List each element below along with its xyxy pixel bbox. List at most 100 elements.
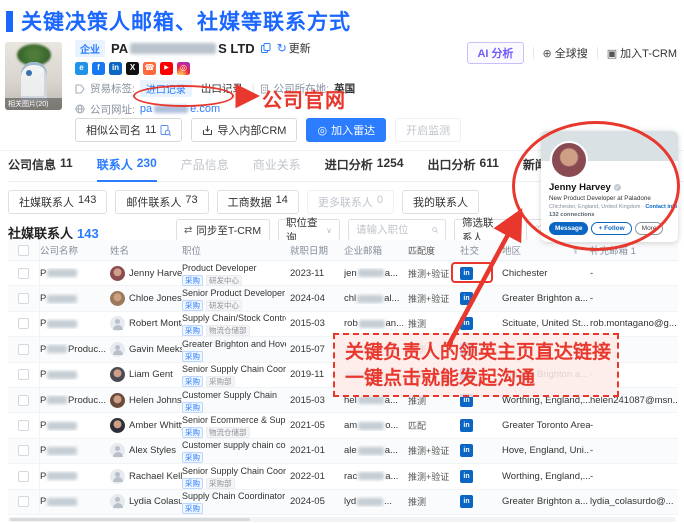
filter-funnel-icon[interactable] [571,246,580,255]
tab-联系人[interactable]: 联系人230 [97,156,157,181]
company-redacted [47,472,77,480]
cell-name: Rachael Kelly [110,469,182,484]
sync-to-tcrm-button[interactable]: ⇄ 同步至T-CRM [176,219,270,241]
follow-button[interactable]: + Follow [591,222,631,235]
row-checkbox[interactable] [18,293,29,304]
facebook-icon[interactable]: f [92,62,105,75]
linkedin-icon[interactable]: in [460,292,473,305]
cell-company: P [40,420,110,431]
global-search-button[interactable]: ⊕ 全球搜 [543,45,588,61]
cell-extra-email: - [590,420,678,431]
scrollbar-thumb[interactable] [10,518,250,521]
job-search-input[interactable] [356,224,428,236]
row-checkbox[interactable] [18,344,29,355]
linkedin-icon[interactable]: in [460,267,473,280]
cell-checkbox [8,363,40,387]
page: 关键决策人邮箱、社媒等联系方式 相关图片(20) 企业 PA S LTD ↻ [0,0,684,524]
subtab-工商数据[interactable]: 工商数据14 [217,190,299,214]
import-crm-button[interactable]: 导入内部CRM [191,118,297,142]
cell-name: Liam Gent [110,367,182,382]
subtab-社媒联系人[interactable]: 社媒联系人143 [8,190,107,214]
cell-checkbox [8,286,40,310]
cell-company: P [40,369,110,380]
join-radar-button[interactable]: ◎ 加入雷达 [306,118,386,142]
tab-产品信息[interactable]: 产品信息 [181,156,229,181]
subtab-邮件联系人[interactable]: 邮件联系人73 [115,190,208,214]
contact-info-link[interactable]: Contact info [645,204,677,210]
filter-contacts-dropdown[interactable]: 筛选联系人 ∨ [454,219,518,241]
website-icon[interactable]: e [75,62,88,75]
row-checkbox[interactable] [18,471,29,482]
linkedin-icon[interactable]: in [460,419,473,432]
job-query-dropdown[interactable]: 职位查询 ∨ [278,219,340,241]
select-all-checkbox[interactable] [18,245,29,256]
linkedin-icon[interactable]: in [460,495,473,508]
subtab-更多联系人[interactable]: 更多联系人0 [307,190,394,214]
cell-name: Amber Whitty [110,418,182,433]
company-redacted [47,396,67,404]
row-checkbox[interactable] [18,395,29,406]
tab-商业关系[interactable]: 商业关系 [253,156,301,181]
cell-social: in [460,419,502,432]
start-monitoring-button[interactable]: 开启监测 [395,118,461,142]
cell-company: P Produc... [40,395,110,406]
subtab-我的联系人[interactable]: 我的联系人 [402,190,479,214]
cell-company-email: chlal... [344,293,408,304]
x-icon[interactable]: X [126,62,139,75]
instagram-icon[interactable]: ◎ [177,62,190,75]
import-records-tag[interactable]: 进口记录 [140,80,192,97]
row-checkbox[interactable] [18,369,29,380]
cell-region: Hove, England, Uni... [502,445,590,456]
contact-name: Amber Whitty [129,420,182,431]
row-checkbox[interactable] [18,496,29,507]
column-header-position: 职位 [182,243,290,257]
row-checkbox[interactable] [18,420,29,431]
youtube-icon[interactable]: ▶ [160,62,173,75]
contact-name: Jenny Harvey [129,268,182,279]
horizontal-scrollbar[interactable] [8,517,676,522]
divider [533,47,534,59]
join-tcrm-button[interactable]: ▣ 加入T-CRM [607,45,677,61]
position-badges: 采购采购部 [182,478,286,489]
linkedin-icon[interactable]: in [460,444,473,457]
ai-analysis-button[interactable]: AI 分析 [467,42,523,64]
subtab-label: 邮件联系人 [126,194,181,210]
tab-进口分析[interactable]: 进口分析1254 [325,156,404,181]
tab-出口分析[interactable]: 出口分析611 [428,156,499,181]
linkedin-icon[interactable]: in [460,470,473,483]
copy-icon[interactable] [261,43,271,53]
cell-start-date: 2023-11 [290,268,344,279]
export-records-tag[interactable]: 出口记录 [197,80,247,97]
message-button[interactable]: Message [549,222,588,235]
linkedin-icon[interactable]: in [109,62,122,75]
position-badges: 采购研发中心 [182,275,286,286]
annotation-box: 关键负责人的领英主页直达链接 一键点击就能发起沟通 [333,333,619,397]
company-image-thumbnail[interactable]: 相关图片(20) [5,42,62,110]
cell-start-date: 2024-04 [290,293,344,304]
tab-label: 联系人 [97,156,133,173]
search-icon[interactable] [432,225,438,235]
tab-公司信息[interactable]: 公司信息11 [8,156,73,181]
trade-tags-label: 贸易标签: [90,81,135,96]
email-suffix: a... [385,268,398,279]
profile-location: Chichester, England, United Kingdom · Co… [549,204,670,210]
avatar [110,367,125,382]
position-title: Senior Product Developer [182,288,286,299]
linkedin-icon[interactable]: in [460,317,473,330]
row-checkbox[interactable] [18,318,29,329]
avatar [110,316,125,331]
website-redacted [154,105,188,113]
position-title: Customer supply chain coordinator [182,440,286,451]
job-search-box[interactable] [348,219,446,241]
similar-companies-button[interactable]: 相似公司名 11 [75,118,182,142]
company-suffix: Produc... [68,395,106,406]
company-redacted [47,320,77,328]
email-prefix: rob [344,318,358,329]
row-checkbox[interactable] [18,268,29,279]
more-button[interactable]: More [635,222,664,235]
row-checkbox[interactable] [18,445,29,456]
phone-icon[interactable]: ☎ [143,62,156,75]
refresh-button[interactable]: ↻ 更新 [277,40,311,56]
company-website-link[interactable]: pa e.com [140,103,220,115]
cell-region: Greater Toronto Area [502,420,590,431]
